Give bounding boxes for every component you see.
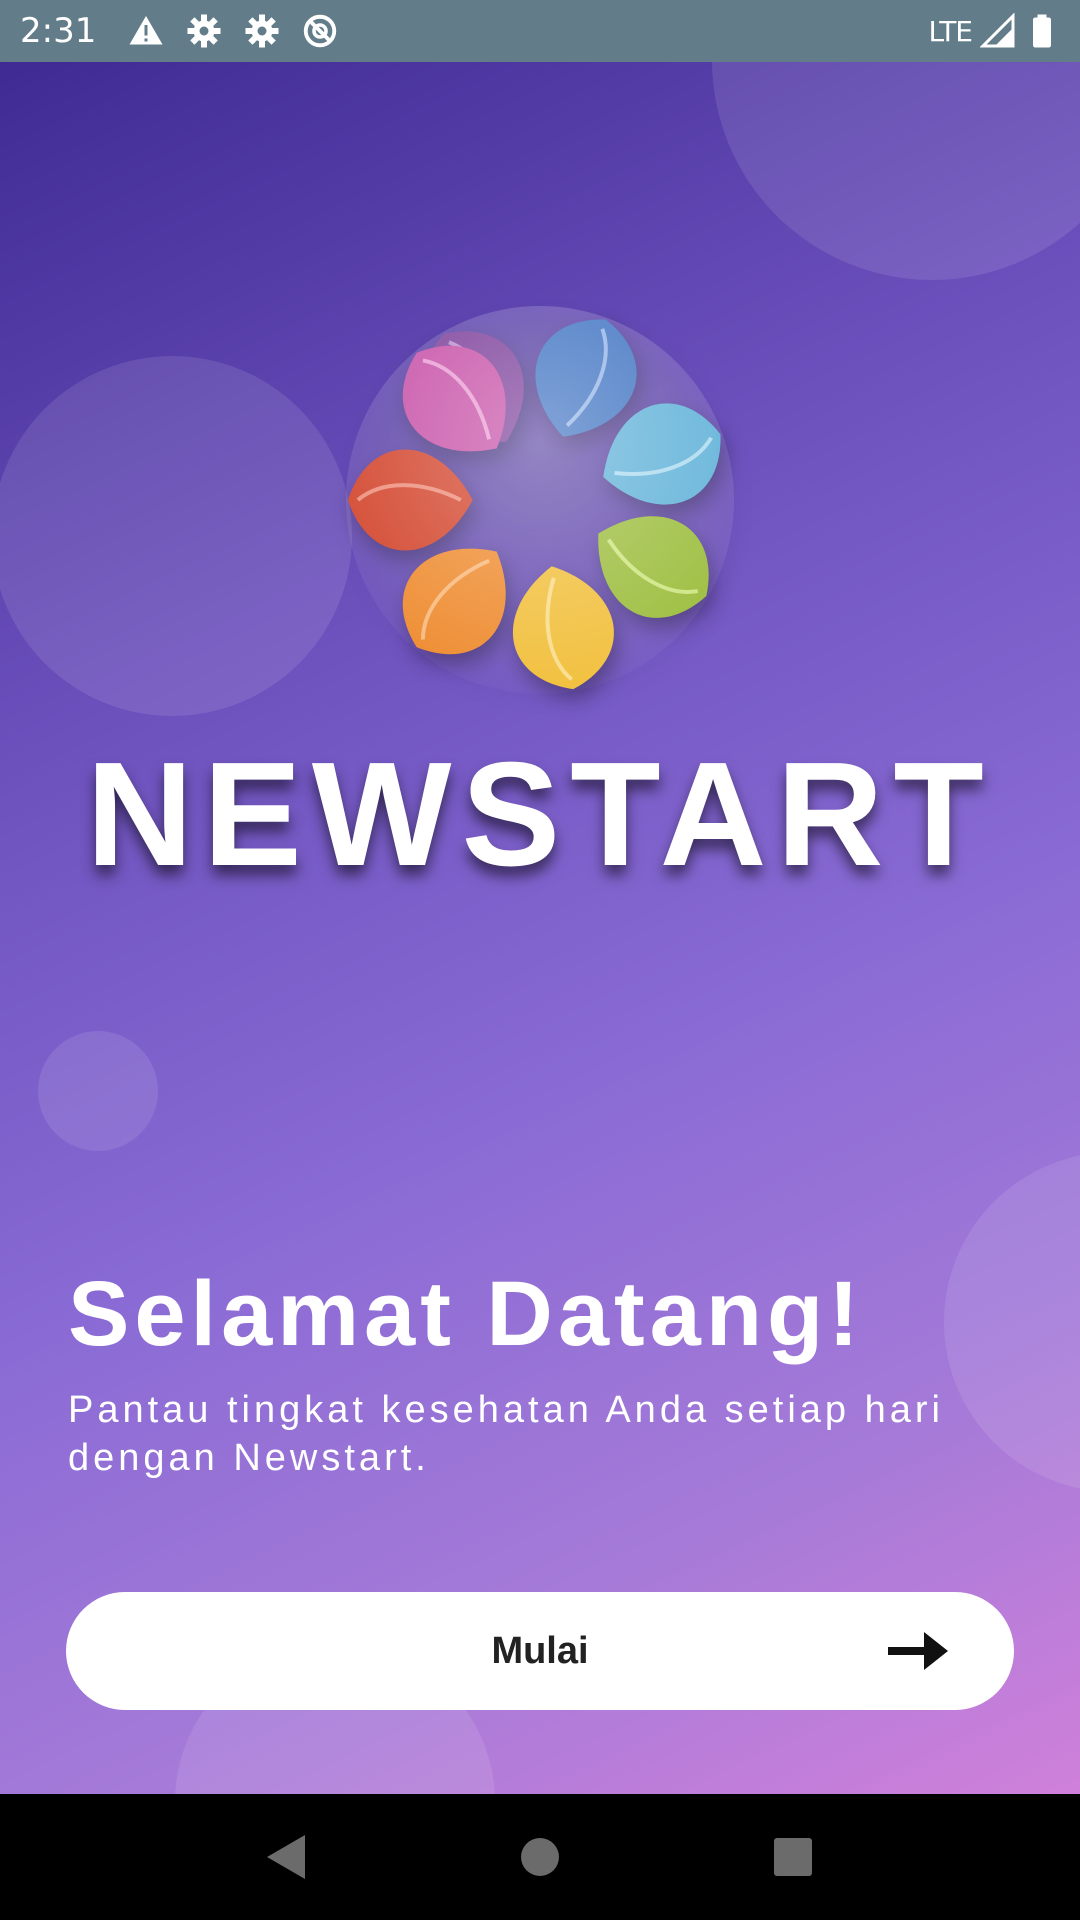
decorative-circle [38,1031,158,1151]
nav-back-button[interactable] [257,1827,317,1887]
brand-title: NEWSTART [86,732,994,897]
screen: 2:31 LTE NEWSTART Selamat Datang! Pantau… [0,0,1080,1920]
back-icon [266,1835,305,1879]
status-time: 2:31 [20,11,97,51]
no-disturb-icon [304,14,337,48]
battery-icon [1033,14,1051,48]
welcome-screen: NEWSTART Selamat Datang! Pantau tingkat … [0,62,1080,1794]
nav-home-button[interactable] [510,1827,570,1887]
decorative-circle [0,356,352,716]
start-button[interactable]: Mulai [66,1592,1014,1710]
signal-icon [980,13,1015,48]
network-type: LTE [928,14,973,48]
warning-icon [129,16,163,45]
status-bar: 2:31 LTE [0,0,1080,62]
newstart-logo [345,305,735,695]
navigation-bar [0,1794,1080,1920]
recents-icon [774,1838,813,1876]
gear-icon [245,14,279,48]
start-button-label: Mulai [491,1629,589,1672]
nav-recents-button[interactable] [763,1827,823,1887]
decorative-circle [712,62,1080,280]
welcome-text: Pantau tingkat kesehatan Anda setiap har… [68,1389,944,1479]
welcome-heading: Selamat Datang! [68,1263,864,1365]
arrow-right-icon [888,1632,948,1670]
gear-icon [187,14,221,48]
home-icon [520,1838,559,1876]
